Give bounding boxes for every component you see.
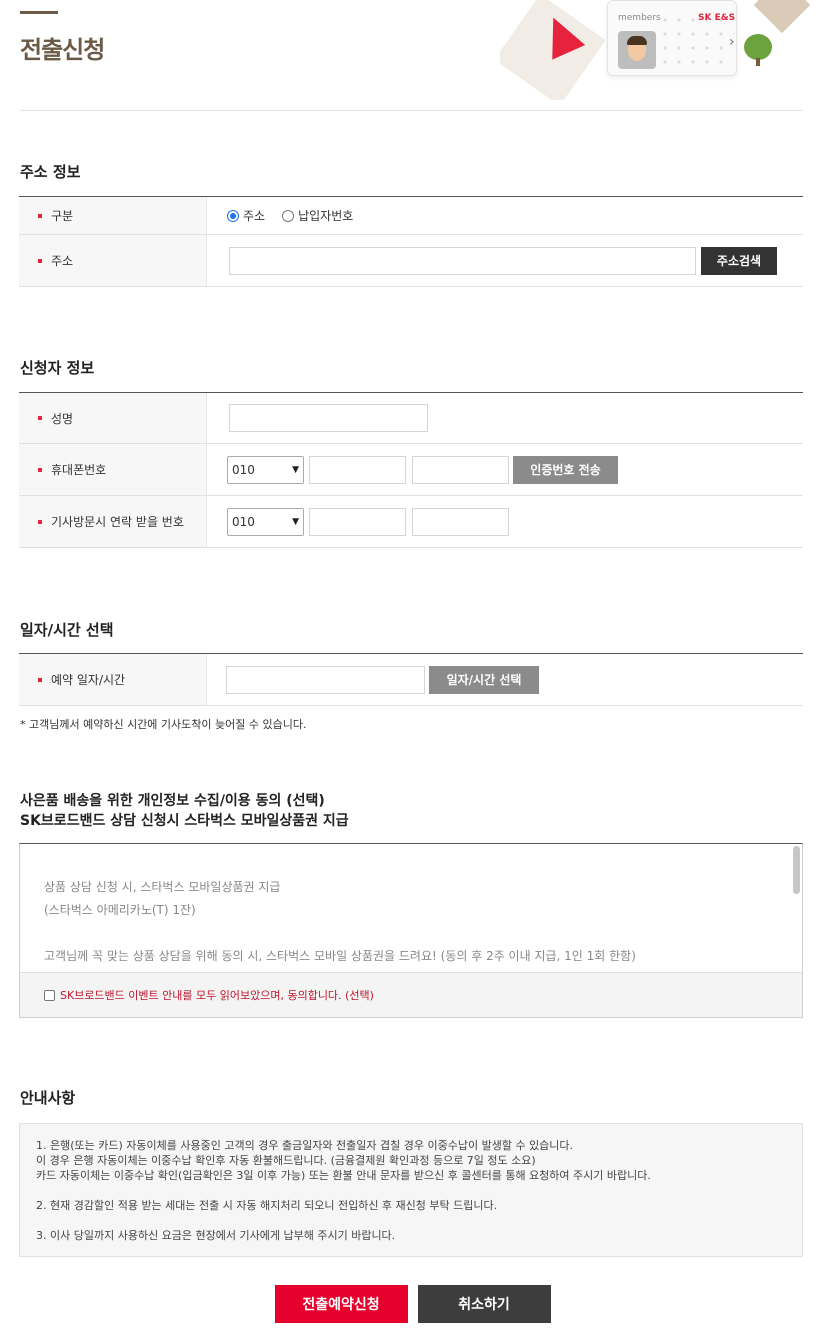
date-time-select-button[interactable]: 일자/시간 선택 [429, 665, 539, 694]
applicant-section-title: 신청자 정보 [20, 359, 95, 377]
radio-payer-number[interactable] [282, 209, 295, 222]
hero-brand-logo: SK E&S [698, 13, 736, 23]
send-verification-button[interactable]: 인증번호 전송 [513, 455, 618, 484]
visit-phone-last-input[interactable] [412, 507, 509, 536]
hero-avatar [618, 31, 656, 69]
hero-corner-shape [753, 0, 810, 34]
page-header: 전출신청 members SK E&S › [0, 0, 825, 111]
address-type-label: 구분 [51, 209, 74, 223]
phone-inputs: 010 ▼ 인증번호 전송 [207, 444, 803, 495]
chevron-down-icon: ▼ [292, 464, 299, 475]
consent-box: 상품 상담 신청 시, 스타벅스 모바일상품권 지급 (스타벅스 아메리카노(T… [19, 843, 803, 1018]
consent-title-line2: SK브로드밴드 상담 신청시 스타벅스 모바일상품권 지급 [20, 813, 349, 829]
notice-item-1-line-2: 이 경우 은행 자동이체는 이중수납 확인후 자동 환불해드립니다. (금융결제… [36, 1154, 536, 1167]
address-form: 구분 주소 납입자번호 주소 주소검색 [19, 196, 803, 287]
consent-text-area[interactable]: 상품 상담 신청 시, 스타벅스 모바일상품권 지급 (스타벅스 아메리카노(T… [20, 844, 802, 972]
header-divider [20, 110, 803, 111]
name-row: 성명 [19, 393, 803, 444]
date-row: 예약 일자/시간 일자/시간 선택 [19, 654, 803, 706]
phone-prefix-value: 010 [232, 462, 255, 477]
notice-item-1-line-3: 카드 자동이체는 이중수납 확인(입금확인은 3일 이후 가능) 또는 환불 안… [36, 1169, 651, 1182]
page-title: 전출신청 [20, 36, 105, 64]
radio-payer-number-label[interactable]: 납입자번호 [298, 207, 353, 224]
row-label: 구분 [19, 197, 207, 234]
row-label: 성명 [19, 393, 207, 443]
row-label: 주소 [19, 235, 207, 286]
cancel-button[interactable]: 취소하기 [417, 1285, 551, 1323]
date-time-input[interactable] [226, 665, 425, 694]
radio-option-payer-number[interactable]: 납입자번호 [282, 207, 370, 224]
notice-item-1-line-1: 1. 은행(또는 카드) 자동이체를 사용중인 고객의 경우 출금일자와 전출일… [36, 1139, 574, 1152]
address-search-button[interactable]: 주소검색 [701, 246, 777, 275]
visit-phone-middle-input[interactable] [309, 507, 406, 536]
schedule-form: 예약 일자/시간 일자/시간 선택 [19, 653, 803, 706]
address-type-row: 구분 주소 납입자번호 [19, 197, 803, 235]
consent-agree-row[interactable]: SK브로드밴드 이벤트 안내를 모두 읽어보았으며, 동의합니다. (선택) [20, 972, 802, 1017]
address-input[interactable] [229, 246, 696, 275]
address-label: 주소 [51, 254, 74, 268]
visit-phone-inputs: 010 ▼ [207, 496, 803, 547]
notice-title: 안내사항 [20, 1089, 76, 1107]
consent-line: 상품 상담 신청 시, 스타벅스 모바일상품권 지급 [44, 880, 281, 894]
consent-checkbox[interactable] [44, 989, 55, 1001]
row-label: 예약 일자/시간 [19, 654, 207, 705]
hero-hair [627, 36, 647, 45]
radio-address-label[interactable]: 주소 [243, 207, 265, 224]
phone-label: 휴대폰번호 [51, 463, 107, 477]
consent-title-line1: 사은품 배송을 위한 개인정보 수집/이용 동의 (선택) [20, 793, 325, 809]
consent-title: 사은품 배송을 위한 개인정보 수집/이용 동의 (선택) SK브로드밴드 상담… [20, 791, 349, 831]
hero-illustration: members SK E&S › [500, 0, 810, 100]
address-section-title: 주소 정보 [20, 163, 81, 181]
radio-option-address[interactable]: 주소 [227, 207, 282, 224]
bullet-icon [38, 416, 42, 420]
consent-line [44, 922, 778, 945]
notice-spacer [36, 1213, 786, 1228]
notice-box: 1. 은행(또는 카드) 자동이체를 사용중인 고객의 경우 출금일자와 전출일… [19, 1123, 803, 1257]
visit-phone-prefix-value: 010 [232, 514, 255, 529]
name-inputs [207, 393, 803, 443]
notice-item-2: 2. 현재 경감할인 적용 받는 세대는 전출 시 자동 해지처리 되오니 전입… [36, 1199, 498, 1212]
bullet-icon [38, 213, 42, 218]
phone-row: 휴대폰번호 010 ▼ 인증번호 전송 [19, 444, 803, 496]
name-label: 성명 [51, 411, 74, 426]
consent-checkbox-label[interactable]: SK브로드밴드 이벤트 안내를 모두 읽어보았으며, 동의합니다. (선택) [60, 987, 374, 1003]
notice-spacer [36, 1183, 786, 1198]
date-inputs: 일자/시간 선택 [207, 654, 803, 705]
submit-move-out-button[interactable]: 전출예약신청 [274, 1285, 408, 1323]
bullet-icon [38, 677, 42, 682]
row-label: 휴대폰번호 [19, 444, 207, 495]
visit-phone-prefix-select[interactable]: 010 ▼ [227, 507, 304, 536]
action-buttons: 전출예약신청 취소하기 [0, 1285, 825, 1323]
address-row: 주소 주소검색 [19, 235, 803, 287]
bullet-icon [38, 467, 42, 472]
applicant-form: 성명 휴대폰번호 010 ▼ 인증번호 전송 기사방문시 연락 받을 번호 01 [19, 392, 803, 548]
radio-address[interactable] [227, 209, 239, 222]
notice-item-3: 3. 이사 당일까지 사용하신 요금은 현장에서 기사에게 납부해 주시기 바랍… [36, 1229, 396, 1242]
name-input[interactable] [229, 404, 428, 432]
bullet-icon [38, 258, 42, 263]
address-inputs: 주소검색 [207, 235, 803, 286]
row-label: 기사방문시 연락 받을 번호 [19, 496, 207, 547]
date-label: 예약 일자/시간 [51, 673, 126, 687]
title-accent-bar [20, 11, 58, 14]
hero-membership-card: members SK E&S › [607, 0, 737, 76]
bullet-icon [38, 519, 42, 524]
phone-last-input[interactable] [412, 455, 509, 484]
visit-phone-row: 기사방문시 연락 받을 번호 010 ▼ [19, 496, 803, 548]
consent-line: (스타벅스 아메리카노(T) 1잔) [44, 903, 196, 917]
consent-scrollbar[interactable] [793, 846, 800, 894]
chevron-right-icon: › [729, 34, 735, 50]
schedule-section-title: 일자/시간 선택 [20, 621, 114, 639]
hero-tree-icon [744, 34, 772, 60]
phone-prefix-select[interactable]: 010 ▼ [227, 455, 304, 484]
hero-members-label: members [618, 13, 661, 23]
chevron-down-icon: ▼ [292, 516, 299, 527]
visit-phone-label: 기사방문시 연락 받을 번호 [51, 515, 184, 529]
phone-middle-input[interactable] [309, 455, 406, 484]
schedule-note: * 고객님께서 예약하신 시간에 기사도착이 늦어질 수 있습니다. [20, 718, 307, 731]
consent-line: 고객님께 꼭 맞는 상품 상담을 위해 동의 시, 스타벅스 모바일 상품권을 … [44, 949, 636, 963]
hero-tree-trunk [756, 58, 760, 66]
address-type-options: 주소 납입자번호 [207, 197, 803, 234]
